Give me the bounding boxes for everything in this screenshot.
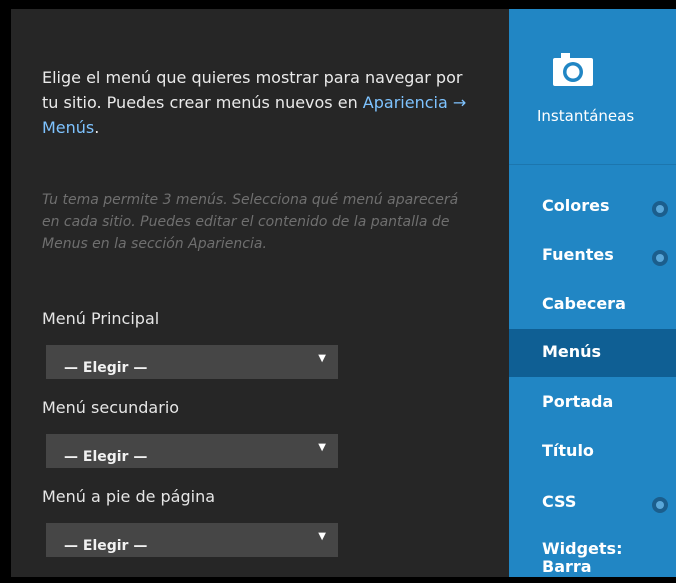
- intro-text-end: .: [94, 118, 100, 137]
- sidebar-item-label: CSS: [542, 492, 577, 511]
- sidebar-item-titulo[interactable]: Título: [509, 428, 676, 476]
- menus-hint: Tu tema permite 3 menús. Selecciona qué …: [42, 192, 459, 252]
- secondary-menu-select[interactable]: — Elegir — ▼: [46, 434, 338, 468]
- indicator-dot-icon: [652, 250, 668, 266]
- primary-menu-select[interactable]: — Elegir — ▼: [46, 345, 338, 379]
- sidebar-item-label: Portada: [542, 392, 614, 411]
- sidebar-item-label: Widgets: Barra: [542, 539, 623, 576]
- sidebar-item-css[interactable]: CSS: [509, 479, 676, 527]
- sidebar-item-portada[interactable]: Portada: [509, 379, 676, 427]
- sidebar-item-label: Título: [542, 441, 594, 460]
- indicator-dot-icon: [652, 201, 668, 217]
- sidebar-item-colores[interactable]: Colores: [509, 183, 676, 231]
- sidebar-item-widgets[interactable]: Widgets: Barra: [509, 527, 676, 577]
- snapshots-button[interactable]: Instantáneas: [509, 9, 676, 165]
- footer-menu-select[interactable]: — Elegir — ▼: [46, 523, 338, 557]
- dropdown-arrow-icon: ▼: [318, 531, 326, 542]
- indicator-dot-icon: [652, 497, 668, 513]
- customizer-sidebar: Instantáneas Colores Fuentes Cabecera Me…: [509, 9, 676, 577]
- footer-menu-label: Menú a pie de página: [42, 487, 216, 506]
- sidebar-item-menus[interactable]: Menús: [509, 329, 676, 377]
- sidebar-item-label: Cabecera: [542, 294, 626, 313]
- dropdown-arrow-icon: ▼: [318, 442, 326, 453]
- sidebar-item-label: Menús: [542, 342, 602, 361]
- sidebar-item-cabecera[interactable]: Cabecera: [509, 281, 676, 329]
- secondary-menu-label: Menú secundario: [42, 398, 180, 417]
- sidebar-item-fuentes[interactable]: Fuentes: [509, 232, 676, 280]
- primary-menu-value: — Elegir —: [64, 360, 148, 376]
- sidebar-item-label: Fuentes: [542, 245, 614, 264]
- primary-menu-label: Menú Principal: [42, 309, 160, 328]
- footer-menu-value: — Elegir —: [64, 538, 148, 554]
- snapshots-label: Instantáneas: [537, 107, 635, 125]
- secondary-menu-value: — Elegir —: [64, 449, 148, 465]
- sidebar-item-label: Colores: [542, 196, 610, 215]
- menus-panel: Elige el menú que quieres mostrar para n…: [11, 9, 509, 577]
- intro-text: Elige el menú que quieres mostrar para n…: [42, 65, 482, 140]
- dropdown-arrow-icon: ▼: [318, 353, 326, 364]
- camera-icon: [553, 53, 593, 86]
